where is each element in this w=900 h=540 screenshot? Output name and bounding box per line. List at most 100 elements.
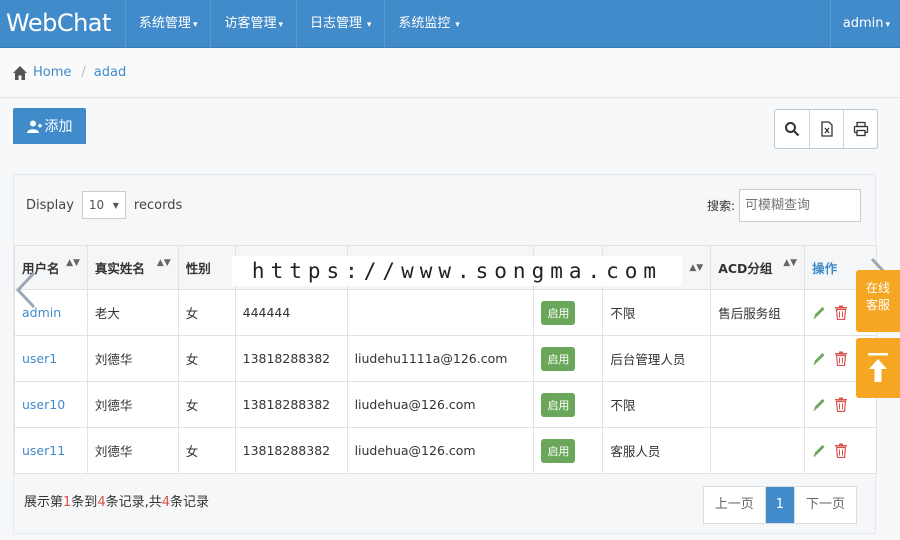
cell-realname: 刘德华: [86, 381, 179, 428]
search-toggle-button[interactable]: [775, 110, 809, 148]
prev-page-button[interactable]: 上一页: [704, 487, 765, 523]
search-input[interactable]: [739, 189, 861, 222]
cell-status: 启用: [533, 335, 604, 382]
row-actions: [812, 443, 869, 458]
export-icon: [820, 121, 833, 137]
cell-email: liudehua@126.com: [346, 427, 535, 474]
edit-icon[interactable]: [812, 351, 826, 366]
cell-acd-group: [710, 427, 806, 474]
home-icon: [13, 65, 27, 80]
header-label: 真实姓名: [94, 261, 145, 276]
export-excel-button[interactable]: [809, 110, 843, 148]
user-menu[interactable]: admin ▾: [829, 0, 900, 48]
breadcrumb-home-link[interactable]: Home: [33, 65, 71, 80]
caret-down-icon: ▾: [452, 19, 460, 30]
summary-prefix: 展示第: [24, 495, 64, 510]
watermark-text: https://www.songma.com: [232, 256, 682, 286]
status-badge: 启用: [541, 346, 576, 371]
delete-icon[interactable]: [834, 443, 848, 458]
page-size-select[interactable]: 10 ▼: [81, 191, 126, 219]
sort-icon: ▲▼: [156, 258, 171, 268]
cell-gender: 女: [177, 381, 236, 428]
print-icon: [853, 121, 868, 137]
cell-username[interactable]: user11: [14, 427, 88, 474]
service-label-line2: 客服: [865, 298, 890, 312]
cell-acd-group: [710, 381, 806, 428]
table-row: user1 刘德华 女 13818288382 liudehu1111a@126…: [14, 335, 877, 382]
cell-realname: 刘德华: [86, 427, 179, 474]
cell-realname: 刘德华: [86, 335, 179, 382]
caret-down-icon: ▾: [364, 19, 372, 30]
print-button[interactable]: [843, 110, 877, 148]
next-page-button[interactable]: 下一页: [793, 487, 856, 523]
status-badge: 启用: [541, 392, 576, 417]
sort-icon: ▲▼: [783, 258, 798, 268]
cell-username[interactable]: user10: [14, 381, 88, 428]
edit-icon[interactable]: [812, 305, 826, 320]
brand-logo[interactable]: WebChat: [0, 0, 125, 48]
arrow-up-icon: [868, 353, 888, 382]
cell-email: liudehua@126.com: [346, 381, 535, 428]
page-size-control: Display 10 ▼ records: [26, 191, 182, 219]
search-label: 搜索:: [706, 199, 735, 213]
cell-scope: 不限: [602, 381, 712, 428]
sort-icon: ▲▼: [689, 262, 704, 273]
breadcrumb: Home / adad: [0, 48, 900, 98]
page-size-value: 10: [88, 198, 105, 212]
cell-scope: 客服人员: [602, 427, 712, 474]
cell-email: [346, 289, 535, 336]
edit-icon[interactable]: [812, 443, 826, 458]
breadcrumb-current: adad: [93, 65, 127, 80]
header-label: 性别: [185, 261, 211, 276]
pagination: 上一页 1 下一页: [702, 486, 857, 524]
table-row: user11 刘德华 女 13818288382 liudehua@126.co…: [14, 427, 877, 474]
cell-phone: 444444: [234, 289, 348, 336]
col-header-realname[interactable]: 真实姓名 ▲▼: [86, 245, 179, 290]
cell-status: 启用: [533, 427, 604, 474]
cell-email: liudehu1111a@126.com: [346, 335, 535, 382]
cell-gender: 女: [177, 289, 236, 336]
menu-visitor-management[interactable]: 访客管理 ▾: [210, 0, 296, 48]
records-label: records: [133, 197, 183, 213]
table-tools: [774, 109, 878, 149]
status-badge: 启用: [541, 438, 576, 463]
add-button[interactable]: 添加: [13, 108, 86, 144]
top-navbar: WebChat 系统管理 ▾ 访客管理 ▾ 日志管理 ▾ 系统监控 ▾ admin ▾: [0, 0, 900, 48]
chevron-left-icon[interactable]: [12, 270, 40, 310]
menu-label: 系统管理: [138, 15, 191, 31]
table-row: admin 老大 女 444444 启用 不限 售后服务组: [14, 289, 877, 336]
menu-system-monitor[interactable]: 系统监控 ▾: [384, 0, 472, 48]
col-header-gender[interactable]: 性别: [177, 245, 236, 290]
cell-scope: 后台管理人员: [602, 335, 712, 382]
caret-down-icon: ▼: [112, 200, 119, 210]
menu-system-management[interactable]: 系统管理 ▾: [124, 0, 211, 48]
cell-username[interactable]: user1: [14, 335, 88, 382]
data-panel: Display 10 ▼ records 搜索: 用户名▲▼ 真实姓名▲▼ 性别…: [13, 174, 877, 534]
summary-to: 4: [97, 495, 106, 510]
back-to-top-button[interactable]: [856, 338, 900, 398]
summary-suffix: 条记录: [170, 495, 210, 510]
caret-down-icon: ▾: [192, 19, 198, 30]
page-number-current[interactable]: 1: [764, 487, 794, 523]
delete-icon[interactable]: [834, 397, 848, 412]
menu-label: 系统监控: [398, 15, 451, 31]
breadcrumb-separator: /: [81, 65, 86, 80]
delete-icon[interactable]: [834, 305, 848, 320]
add-user-icon: [26, 120, 42, 133]
summary-total: 4: [161, 495, 171, 510]
sort-icon: ▲▼: [66, 258, 80, 268]
summary-mid1: 条到: [71, 495, 98, 510]
summary-mid2: 条记录,共: [105, 495, 162, 510]
cell-status: 启用: [533, 381, 604, 428]
edit-icon[interactable]: [812, 397, 826, 412]
search-control: 搜索:: [707, 189, 861, 222]
delete-icon[interactable]: [834, 351, 848, 366]
display-label: Display: [26, 197, 74, 213]
menu-log-management[interactable]: 日志管理 ▾: [296, 0, 384, 48]
row-actions: [812, 397, 869, 412]
online-service-button[interactable]: 在线 客服: [856, 270, 900, 332]
cell-phone: 13818288382: [234, 381, 348, 428]
status-badge: 启用: [541, 300, 576, 325]
cell-phone: 13818288382: [234, 335, 348, 382]
col-header-acd-group[interactable]: ACD分组 ▲▼: [710, 245, 806, 290]
